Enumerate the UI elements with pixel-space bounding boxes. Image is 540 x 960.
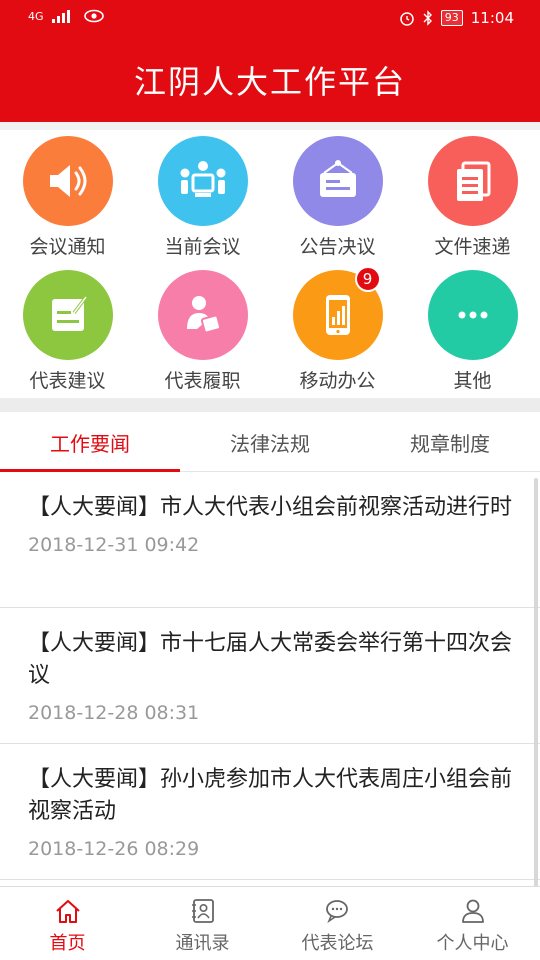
grid-item-current-meeting[interactable]: 当前会议 xyxy=(135,130,270,264)
nav-profile[interactable]: 个人中心 xyxy=(405,887,540,960)
contacts-icon xyxy=(191,899,214,923)
grid-item-meeting-notice[interactable]: 会议通知 xyxy=(0,130,135,264)
grid-label: 当前会议 xyxy=(164,236,241,258)
grid-item-deputy-duties[interactable]: 代表履职 xyxy=(135,264,270,398)
grid-label: 会议通知 xyxy=(29,236,106,258)
bluetooth-icon xyxy=(423,10,432,26)
news-item[interactable]: 【人大要闻】孙小虎参加市人大代表周庄小组会前视察活动 2018-12-26 08… xyxy=(0,744,540,880)
news-item[interactable]: 【人大要闻】市人大代表小组会前视察活动进行时 2018-12-31 09:42 xyxy=(0,472,540,608)
app-header: 江阴人大工作平台 xyxy=(0,38,540,122)
grid-label: 公告决议 xyxy=(299,236,376,258)
notice-board-icon xyxy=(292,136,383,226)
clock: 11:04 xyxy=(470,9,514,27)
person-reading-icon xyxy=(157,270,248,360)
battery-level: 93 xyxy=(440,10,463,26)
grid-item-announcements[interactable]: 公告决议 xyxy=(270,130,405,264)
notification-badge: 9 xyxy=(354,266,381,292)
nav-label: 个人中心 xyxy=(436,933,509,954)
grid-item-file-express[interactable]: 文件速递 xyxy=(405,130,540,264)
tab-laws[interactable]: 法律法规 xyxy=(180,412,360,472)
alarm-icon xyxy=(400,12,414,26)
grid-item-mobile-office[interactable]: 9 移动办公 xyxy=(270,264,405,398)
news-item[interactable]: 【人大要闻】市十七届人大常委会举行第十四次会议 2018-12-28 08:31 xyxy=(0,608,540,744)
signal-icon xyxy=(51,10,70,23)
news-title: 【人大要闻】市十七届人大常委会举行第十四次会议 xyxy=(28,631,513,688)
grid-label: 代表建议 xyxy=(29,370,106,392)
nav-label: 通讯录 xyxy=(175,933,230,954)
grid-label: 其他 xyxy=(453,370,492,392)
tab-work-news[interactable]: 工作要闻 xyxy=(0,412,180,472)
edit-note-icon xyxy=(22,270,113,360)
nav-contacts[interactable]: 通讯录 xyxy=(135,887,270,960)
function-grid: 会议通知 当前会议 公告决议 文件速递 代表建议 代表履职 9 移动办公 其他 xyxy=(0,130,540,398)
news-title: 【人大要闻】市人大代表小组会前视察活动进行时 xyxy=(28,495,513,520)
home-icon xyxy=(55,900,80,923)
speaker-icon xyxy=(22,136,113,226)
bottom-navigation: 首页 通讯录 代表论坛 个人中心 xyxy=(0,886,540,960)
documents-icon xyxy=(427,136,518,226)
news-title: 【人大要闻】孙小虎参加市人大代表周庄小组会前视察活动 xyxy=(28,767,513,824)
status-right: 93 11:04 xyxy=(399,9,514,27)
divider-top xyxy=(0,122,540,130)
more-dots-icon xyxy=(427,270,518,360)
divider-middle xyxy=(0,398,540,412)
news-date: 2018-12-26 08:29 xyxy=(28,838,200,860)
tab-regulations[interactable]: 规章制度 xyxy=(360,412,540,472)
news-date: 2018-12-28 08:31 xyxy=(28,702,200,724)
network-label: 4G xyxy=(28,9,44,23)
app-title: 江阴人大工作平台 xyxy=(133,63,406,101)
nav-label: 代表论坛 xyxy=(301,933,374,954)
user-icon xyxy=(461,899,484,923)
status-bar: 4G 93 11:04 xyxy=(0,0,540,38)
nav-label: 首页 xyxy=(49,933,86,954)
news-date: 2018-12-31 09:42 xyxy=(28,534,200,556)
tablet-chart-icon: 9 xyxy=(292,266,383,360)
meeting-icon xyxy=(157,136,248,226)
news-tabs: 工作要闻 法律法规 规章制度 xyxy=(0,412,540,472)
eye-icon xyxy=(83,9,104,23)
grid-item-more[interactable]: 其他 xyxy=(405,264,540,398)
nav-home[interactable]: 首页 xyxy=(0,887,135,960)
scrollbar[interactable] xyxy=(534,478,538,888)
nav-forum[interactable]: 代表论坛 xyxy=(270,887,405,960)
chat-bubbles-icon xyxy=(325,900,348,924)
grid-item-deputy-suggestions[interactable]: 代表建议 xyxy=(0,264,135,398)
grid-label: 代表履职 xyxy=(164,370,241,392)
grid-label: 文件速递 xyxy=(434,236,511,258)
status-left: 4G xyxy=(28,9,104,23)
grid-label: 移动办公 xyxy=(299,370,376,392)
